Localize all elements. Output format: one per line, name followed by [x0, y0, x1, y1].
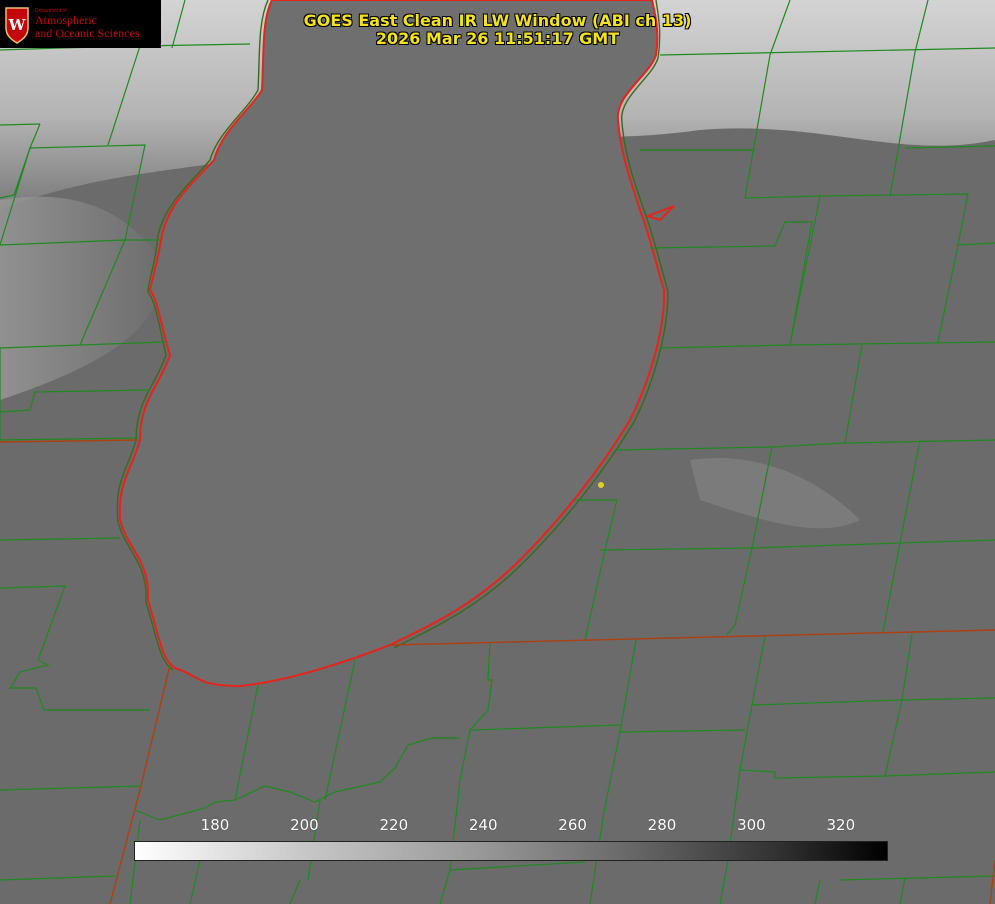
map-layer	[0, 0, 995, 904]
department-logo: W Department of Atmospheric and Oceanic …	[0, 0, 161, 48]
station-dot	[598, 482, 604, 488]
crest-letter: W	[8, 16, 27, 34]
satellite-image: GOES East Clean IR LW Window (ABI ch 13)…	[0, 0, 995, 904]
colorbar	[134, 841, 888, 861]
crest-icon: W	[5, 7, 29, 44]
logo-name-line2: and Oceanic Sciences	[35, 26, 140, 40]
